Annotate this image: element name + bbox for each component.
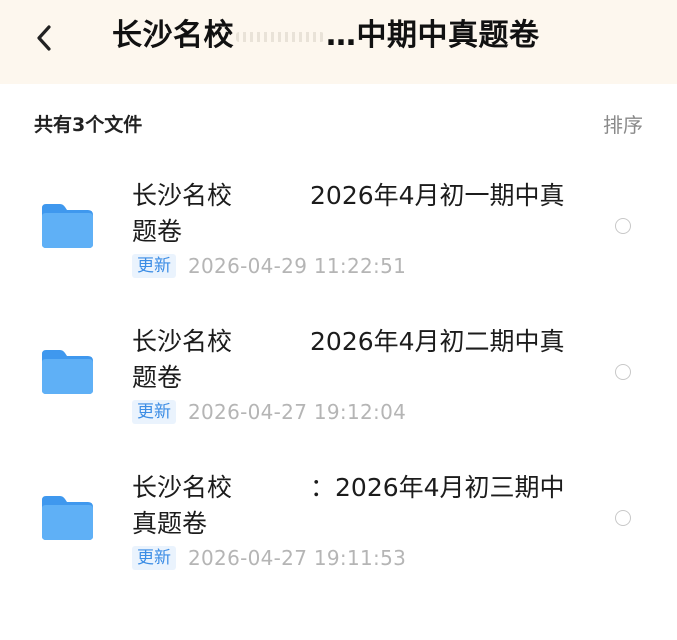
list-item[interactable]: 长沙名校 ：2026年4月初三期中真题卷 更新 2026-04-27 19:11:… (0, 452, 677, 598)
select-radio[interactable] (615, 218, 631, 234)
file-count: 共有3个文件 (34, 114, 143, 136)
file-timestamp: 2026-04-27 19:12:04 (188, 400, 407, 424)
update-badge: 更新 (132, 254, 176, 278)
page-title-end: …中期中真题卷 (326, 18, 540, 53)
folder-icon (42, 496, 93, 540)
file-meta: 更新 2026-04-27 19:11:53 (132, 545, 406, 571)
list-item[interactable]: 长沙名校 2026年4月初一期中真题卷 更新 2026-04-29 11:22:5… (0, 160, 677, 306)
page-title-start: 长沙名校 (112, 18, 234, 53)
file-name: 长沙名校 2026年4月初二期中真题卷 (132, 324, 572, 396)
file-name-start: 长沙名校 (132, 181, 233, 210)
file-name-start: 长沙名校 (132, 327, 233, 356)
file-name: 长沙名校 ：2026年4月初三期中真题卷 (132, 470, 572, 542)
redacted-text (232, 331, 310, 355)
folder-icon (42, 204, 93, 248)
page-title: 长沙名校 …中期中真题卷 (112, 14, 540, 58)
file-timestamp: 2026-04-27 19:11:53 (188, 546, 407, 570)
redacted-text (232, 477, 310, 501)
sort-button[interactable]: 排序 (603, 109, 643, 138)
file-meta: 更新 2026-04-27 19:12:04 (132, 399, 406, 425)
app-header: 长沙名校 …中期中真题卷 (0, 0, 677, 84)
select-radio[interactable] (615, 510, 631, 526)
redacted-text (232, 185, 310, 209)
file-list: 长沙名校 2026年4月初一期中真题卷 更新 2026-04-29 11:22:5… (0, 160, 677, 598)
update-badge: 更新 (132, 546, 176, 570)
file-name-start: 长沙名校 (132, 473, 233, 502)
chevron-left-icon (37, 25, 51, 51)
file-meta: 更新 2026-04-29 11:22:51 (132, 253, 406, 279)
list-item[interactable]: 长沙名校 2026年4月初二期中真题卷 更新 2026-04-27 19:12:0… (0, 306, 677, 452)
list-toolbar: 共有3个文件 排序 (0, 100, 677, 144)
select-radio[interactable] (615, 364, 631, 380)
file-name: 长沙名校 2026年4月初一期中真题卷 (132, 178, 572, 250)
folder-icon (42, 350, 93, 394)
update-badge: 更新 (132, 400, 176, 424)
redacted-text (236, 31, 324, 42)
back-button[interactable] (26, 18, 62, 58)
file-timestamp: 2026-04-29 11:22:51 (188, 254, 407, 278)
